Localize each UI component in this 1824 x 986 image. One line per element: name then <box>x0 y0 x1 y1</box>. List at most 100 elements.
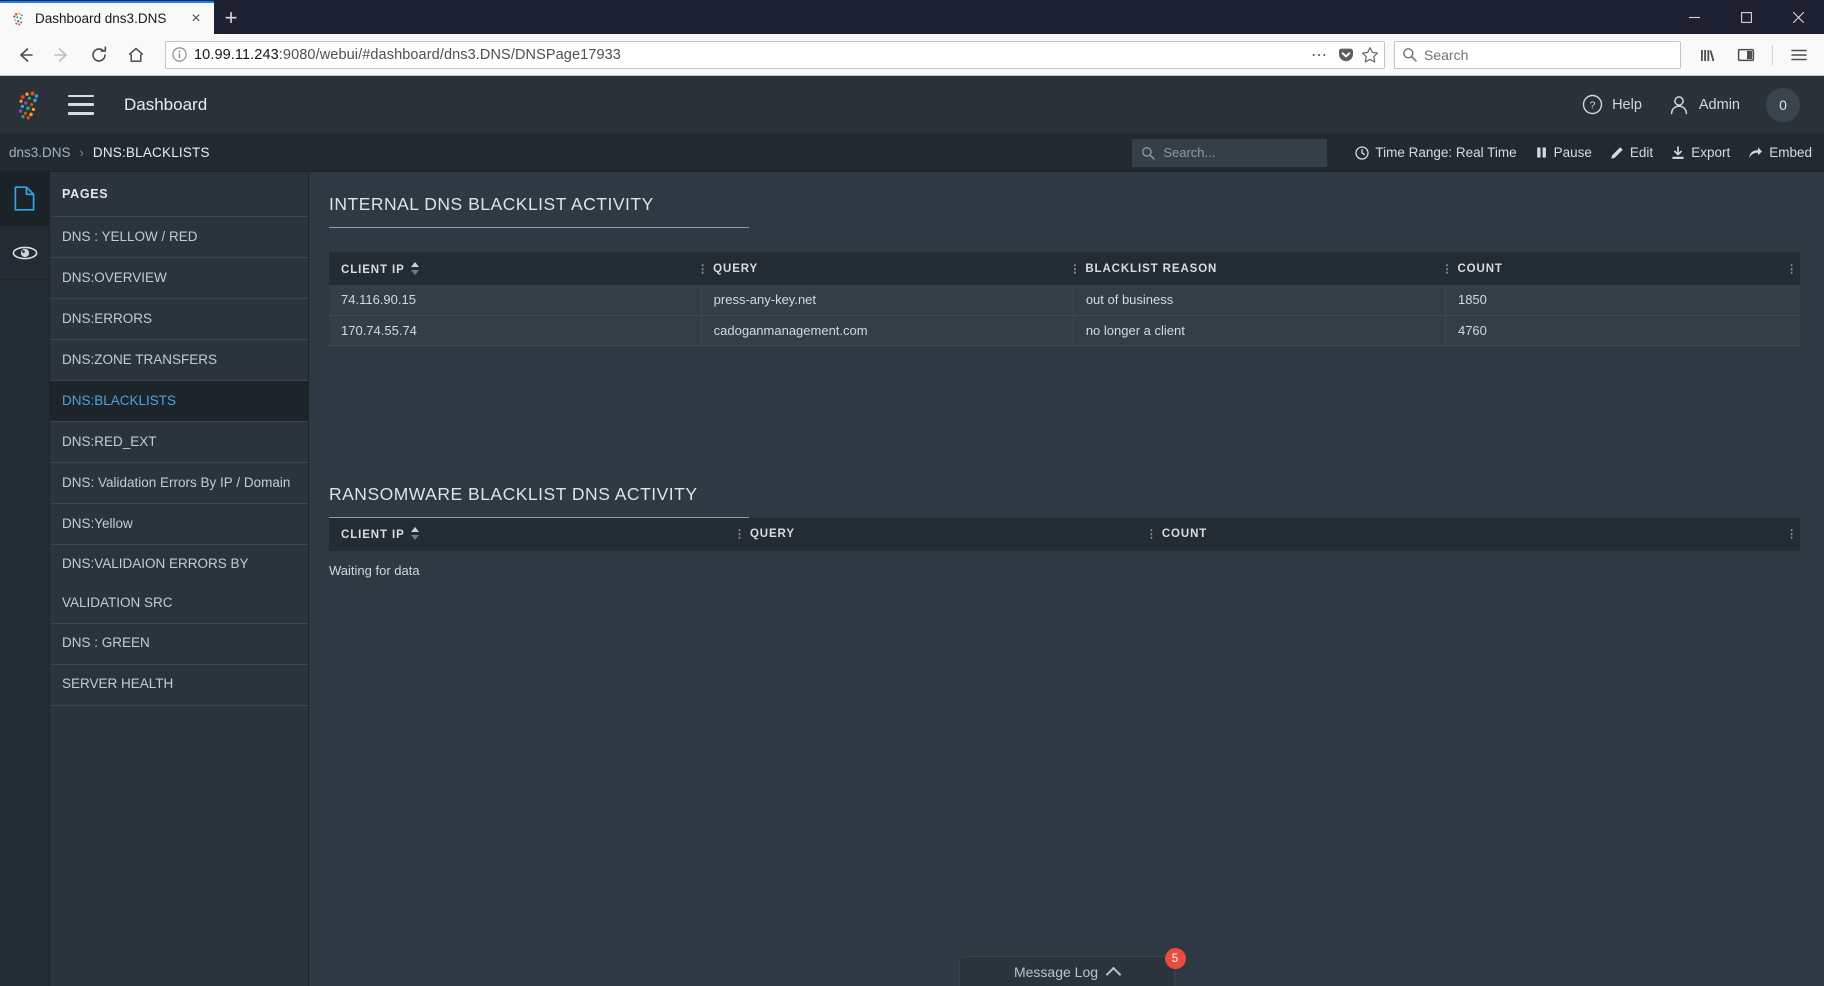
column-header-count[interactable]: ⋮ COUNT <box>1441 252 1800 285</box>
page-actions-icon[interactable]: ⋯ <box>1308 45 1331 65</box>
help-button[interactable]: ? Help <box>1582 94 1642 115</box>
pause-button[interactable]: Pause <box>1535 145 1592 160</box>
sidebar-item-label: DNS : YELLOW / RED <box>62 228 198 244</box>
export-label: Export <box>1691 145 1731 160</box>
sidebar-item-dns-overview[interactable]: DNS:OVERVIEW <box>50 258 308 299</box>
cell-blacklist-reason: out of business <box>1073 285 1446 316</box>
column-resize-handle-icon[interactable]: ⋮ <box>1069 262 1080 275</box>
sidebar-icon[interactable] <box>1728 37 1764 73</box>
sidebar-item-dns-zone-transfers[interactable]: DNS:ZONE TRANSFERS <box>50 340 308 381</box>
breadcrumb-bar: dns3.DNS › DNS:BLACKLISTS Search... Time… <box>0 134 1824 172</box>
close-icon[interactable]: × <box>186 9 206 29</box>
back-arrow-icon[interactable] <box>7 37 43 73</box>
column-resize-handle-icon[interactable]: ⋮ <box>1441 262 1452 275</box>
column-resize-handle-icon[interactable]: ⋮ <box>734 528 745 541</box>
window-controls <box>1668 0 1824 34</box>
search-icon <box>1141 146 1156 160</box>
dashboard-search-input[interactable]: Search... <box>1132 138 1328 167</box>
sidebar-item-dns-validation-errors-by-ip-domain[interactable]: DNS: Validation Errors By IP / Domain <box>50 463 308 504</box>
column-resize-handle-icon[interactable]: ⋮ <box>1146 528 1157 541</box>
pause-icon <box>1535 146 1548 159</box>
sidebar-item-dns-yellow-red[interactable]: DNS : YELLOW / RED <box>50 217 308 258</box>
application-window: Dashboard ? Help Admin 0 dns3.DNS › DNS:… <box>0 76 1824 986</box>
sidebar-item-dns-blacklists[interactable]: DNS:BLACKLISTS <box>50 381 308 422</box>
column-header-blacklist-reason[interactable]: ⋮ BLACKLIST REASON <box>1069 252 1446 285</box>
sidebar-item-label: SERVER HEALTH <box>62 676 174 692</box>
share-arrow-icon <box>1748 146 1763 160</box>
sidebar-item-label-line2: VALIDATION SRC <box>62 594 173 610</box>
pause-label: Pause <box>1553 145 1592 160</box>
column-header-client-ip[interactable]: CLIENT IP <box>329 252 702 285</box>
forward-arrow-icon <box>44 37 80 73</box>
message-log-badge: 5 <box>1164 948 1186 969</box>
info-icon[interactable] <box>171 46 188 63</box>
message-log-toggle[interactable]: Message Log 5 <box>958 948 1186 986</box>
sidebar-item-label: DNS:RED_EXT <box>62 433 157 449</box>
eye-icon[interactable] <box>0 226 49 280</box>
browser-tab[interactable]: Dashboard dns3.DNS × <box>0 1 214 34</box>
panel-internal-dns-blacklist-activity: INTERNAL DNS BLACKLIST ACTIVITY CLIENT I… <box>329 194 1800 346</box>
download-icon <box>1671 145 1685 160</box>
sidebar-item-server-health[interactable]: SERVER HEALTH <box>50 665 308 706</box>
sidebar-item-dns-green[interactable]: DNS : GREEN <box>50 624 308 665</box>
window-close-button[interactable] <box>1772 0 1824 34</box>
url-path: :9080/webui/#dashboard/dns3.DNS/DNSPage1… <box>278 46 621 63</box>
column-header-client-ip[interactable]: CLIENT IP <box>329 517 738 551</box>
sidebar-item-dns-red-ext[interactable]: DNS:RED_EXT <box>50 422 308 463</box>
table-row[interactable]: 74.116.90.15 press-any-key.net out of bu… <box>329 285 1800 316</box>
home-icon[interactable] <box>118 37 154 73</box>
pocket-icon[interactable] <box>1337 46 1355 64</box>
dashboard-search-placeholder: Search... <box>1163 145 1216 160</box>
cell-client-ip: 170.74.55.74 <box>329 315 702 346</box>
user-icon <box>1668 94 1690 116</box>
browser-tabstrip: Dashboard dns3.DNS × + <box>0 0 1824 34</box>
column-header-query[interactable]: ⋮ QUERY <box>734 517 1150 551</box>
embed-button[interactable]: Embed <box>1748 145 1812 160</box>
breadcrumb-current: DNS:BLACKLISTS <box>92 145 210 160</box>
column-label: CLIENT IP <box>341 529 405 541</box>
window-minimize-button[interactable] <box>1668 0 1720 34</box>
column-resize-handle-icon[interactable]: ⋮ <box>697 262 708 275</box>
search-icon <box>1402 47 1417 62</box>
time-range-button[interactable]: Time Range: Real Time <box>1355 145 1517 160</box>
url-bar[interactable]: 10.99.11.243:9080/webui/#dashboard/dns3.… <box>165 40 1385 69</box>
page-title: Dashboard <box>124 94 208 114</box>
page-icon[interactable] <box>0 172 49 226</box>
table-row[interactable]: 170.74.55.74 cadoganmanagement.com no lo… <box>329 315 1800 346</box>
export-button[interactable]: Export <box>1671 145 1730 160</box>
breadcrumb-root[interactable]: dns3.DNS <box>9 145 71 160</box>
reload-icon[interactable] <box>81 37 117 73</box>
hamburger-menu-icon[interactable] <box>1781 37 1817 73</box>
cell-blacklist-reason: no longer a client <box>1073 315 1446 346</box>
sort-arrows-icon[interactable] <box>410 527 420 540</box>
column-label: CLIENT IP <box>341 263 405 276</box>
sidebar-item-dns-validaion-errors-by-validation-src[interactable]: DNS:VALIDAION ERRORS BY VALIDATION SRC <box>50 545 308 624</box>
internal-blacklist-table: CLIENT IP ⋮ QUERY ⋮ BLACKLIST REASON ⋮ COUN… <box>329 252 1800 346</box>
sagan-logo[interactable] <box>12 88 46 122</box>
sidebar-item-label: DNS:Yellow <box>62 515 133 531</box>
browser-search-placeholder: Search <box>1424 46 1469 63</box>
new-tab-button[interactable]: + <box>214 1 248 34</box>
sidebar-item-label: DNS:BLACKLISTS <box>62 392 177 408</box>
edit-label: Edit <box>1629 145 1654 160</box>
message-log-label: Message Log <box>1013 963 1099 980</box>
user-label: Admin <box>1698 96 1740 113</box>
column-header-count[interactable]: ⋮ COUNT <box>1146 517 1800 551</box>
sort-arrows-icon[interactable] <box>410 261 420 275</box>
browser-navbar: 10.99.11.243:9080/webui/#dashboard/dns3.… <box>0 34 1824 76</box>
sidebar-item-dns-errors[interactable]: DNS:ERRORS <box>50 299 308 340</box>
user-menu[interactable]: Admin <box>1668 94 1740 116</box>
pages-header: PAGES <box>50 172 308 217</box>
window-maximize-button[interactable] <box>1720 0 1772 34</box>
browser-search-box[interactable]: Search <box>1394 40 1681 69</box>
sidebar-item-dns-yellow[interactable]: DNS:Yellow <box>50 504 308 545</box>
notification-badge[interactable]: 0 <box>1766 87 1800 122</box>
app-header-actions: ? Help Admin 0 <box>1582 87 1800 122</box>
url-host: 10.99.11.243 <box>194 46 279 63</box>
app-menu-toggle[interactable] <box>68 94 94 115</box>
column-header-query[interactable]: ⋮ QUERY <box>697 252 1074 285</box>
question-circle-icon: ? <box>1582 94 1603 115</box>
library-icon[interactable] <box>1690 37 1726 73</box>
star-icon[interactable] <box>1361 46 1379 64</box>
edit-button[interactable]: Edit <box>1610 145 1653 160</box>
